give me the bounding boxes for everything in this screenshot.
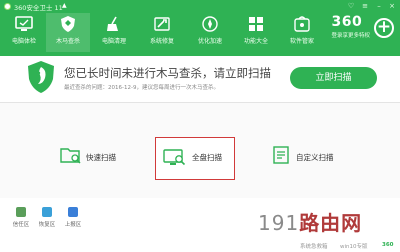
login-privilege-link[interactable]: 登录享更多特权 <box>331 31 370 39</box>
shield-scan-icon <box>58 15 78 33</box>
window-title: 360安全卫士 11 <box>14 4 63 12</box>
close-button[interactable]: × <box>387 2 397 10</box>
main-nav: 电脑体检 木马查杀 电脑清理 系统修复 优化加速 功能大全 软件管家 <box>0 12 320 52</box>
menu-icon[interactable]: ≡ <box>360 2 370 10</box>
trust-zone-icon <box>16 207 26 217</box>
banner-subtitle: 最近查杀的问题：2016-12-9，建议您每周进行一次木马查杀。 <box>64 85 219 91</box>
document-list-icon <box>272 145 292 167</box>
report-zone-label: 上报区 <box>64 222 82 228</box>
nav-item-all-features[interactable]: 功能大全 <box>234 15 278 51</box>
nav-item-label: 电脑体检 <box>11 38 36 45</box>
scan-options-area: 快速扫描 全盘扫描 自定义扫描 <box>0 103 400 198</box>
trojan-shield-icon <box>26 60 56 94</box>
nav-item-label: 优化加速 <box>197 38 222 45</box>
nav-item-pc-cleanup[interactable]: 电脑清理 <box>92 15 136 51</box>
system-rescue-link[interactable]: 系统急救箱 <box>300 242 328 250</box>
rocket-icon <box>200 15 220 33</box>
folder-search-icon <box>60 145 82 167</box>
header: 360安全卫士 11 ▲ ♡ ≡ – × 电脑体检 木马查杀 电脑清理 系统修复… <box>0 0 400 56</box>
scan-now-button[interactable]: 立即扫描 <box>290 67 377 89</box>
monitor-check-icon <box>14 15 34 33</box>
footer-brand-logo: 360 <box>382 242 394 248</box>
app-logo-icon <box>4 3 11 10</box>
nav-item-software-manager[interactable]: 软件管家 <box>280 15 324 51</box>
restore-zone-button[interactable]: 恢复区 <box>38 207 56 228</box>
watermark: 191路由网 <box>258 207 362 236</box>
trust-zone-label: 信任区 <box>12 222 30 228</box>
report-zone-icon <box>68 207 78 217</box>
plus-button[interactable]: + <box>374 18 394 38</box>
grid-icon <box>246 15 266 33</box>
brand-block: 360 登录享更多特权 <box>331 14 370 39</box>
win10-edition-label: win10专版 <box>340 244 368 250</box>
title-bar: 360安全卫士 11 ▲ ♡ ≡ – × <box>0 0 400 12</box>
nav-item-label: 功能大全 <box>243 38 268 45</box>
upgrade-arrow-icon[interactable]: ▲ <box>62 2 67 9</box>
trust-zone-button[interactable]: 信任区 <box>12 207 30 228</box>
skin-icon[interactable]: ♡ <box>346 2 356 10</box>
nav-item-label: 电脑清理 <box>101 38 126 45</box>
full-scan-option[interactable]: 全盘扫描 <box>155 137 235 180</box>
nav-item-label: 木马查杀 <box>55 38 80 45</box>
brand-logo-text: 360 <box>331 14 363 30</box>
restore-zone-icon <box>42 207 52 217</box>
watermark-number: 191 <box>258 211 300 235</box>
software-store-icon <box>292 15 312 33</box>
full-scan-label: 全盘扫描 <box>192 153 222 162</box>
nav-item-label: 系统修复 <box>149 38 174 45</box>
minimize-button[interactable]: – <box>374 2 384 10</box>
nav-item-speed-up[interactable]: 优化加速 <box>188 15 232 51</box>
nav-item-system-repair[interactable]: 系统修复 <box>140 15 184 51</box>
nav-item-pc-checkup[interactable]: 电脑体检 <box>2 15 46 51</box>
restore-zone-label: 恢复区 <box>38 222 56 228</box>
nav-item-trojan-scan[interactable]: 木马查杀 <box>46 13 90 52</box>
watermark-text: 路由网 <box>299 211 363 235</box>
banner-title: 您已长时间未进行木马查杀，请立即扫描 <box>64 66 271 80</box>
wrench-icon <box>152 15 172 33</box>
nav-item-label: 软件管家 <box>289 38 314 45</box>
report-zone-button[interactable]: 上报区 <box>64 207 82 228</box>
broom-icon <box>104 15 124 33</box>
custom-scan-option[interactable]: 自定义扫描 <box>272 137 362 179</box>
custom-scan-label: 自定义扫描 <box>296 153 334 162</box>
quick-scan-option[interactable]: 快速扫描 <box>60 137 130 179</box>
alert-banner: 您已长时间未进行木马查杀，请立即扫描 最近查杀的问题：2016-12-9，建议您… <box>0 56 400 103</box>
monitor-search-icon <box>163 148 187 170</box>
quick-scan-label: 快速扫描 <box>86 153 116 162</box>
